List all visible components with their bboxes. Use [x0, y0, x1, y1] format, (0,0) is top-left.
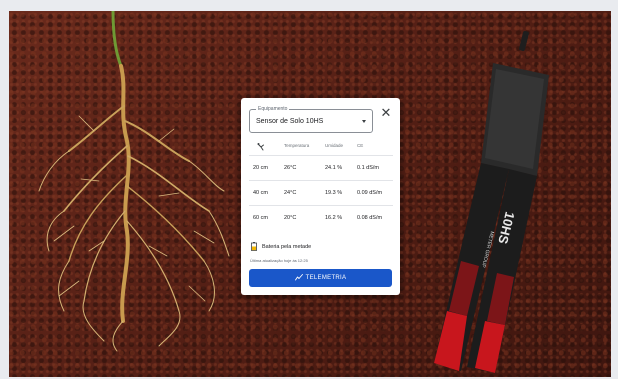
sensor-readings-table: Temperatura Umidade CE 20 cm 26°C 24.1 %…	[249, 138, 393, 231]
battery-text: Bateria pela metade	[262, 244, 312, 250]
plant-root-illustration	[38, 11, 230, 352]
row-ce: 0.08 dS/m	[357, 215, 383, 221]
header-ce: CE	[357, 143, 364, 148]
header-temperature: Temperatura	[284, 143, 310, 148]
table-row: 20 cm 26°C 24.1 % 0.1 dS/m	[249, 156, 393, 181]
row-ce: 0.1 dS/m	[357, 165, 380, 171]
probe-icon	[257, 143, 264, 151]
device-popup-card: Equipamento Sensor de Solo 10HS ✕ Temper…	[241, 98, 400, 295]
header-humidity: Umidade	[325, 143, 344, 148]
equipment-select[interactable]: Equipamento Sensor de Solo 10HS	[249, 105, 373, 133]
table-header: Temperatura Umidade CE	[249, 138, 393, 156]
dropdown-caret-icon	[362, 120, 366, 123]
telemetry-button[interactable]: TELEMETRIA	[249, 269, 392, 287]
row-depth: 40 cm	[253, 190, 268, 196]
close-icon[interactable]: ✕	[379, 106, 393, 120]
telemetry-button-label: TELEMETRIA	[305, 275, 347, 281]
equipment-select-value: Sensor de Solo 10HS	[256, 118, 324, 125]
row-humidity: 16.2 %	[325, 215, 343, 221]
row-ce: 0.09 dS/m	[357, 190, 383, 196]
row-depth: 60 cm	[253, 215, 268, 221]
row-depth: 20 cm	[253, 165, 268, 171]
row-temperature: 20°C	[284, 215, 297, 221]
row-humidity: 24.1 %	[325, 165, 343, 171]
table-row: 40 cm 24°C 19.3 % 0.09 dS/m	[249, 181, 393, 206]
table-row: 60 cm 20°C 16.2 % 0.08 dS/m	[249, 206, 393, 231]
row-humidity: 19.3 %	[325, 190, 343, 196]
telemetry-icon	[294, 273, 303, 281]
telemetry-button-content: TELEMETRIA	[249, 269, 392, 287]
battery-half-icon	[251, 242, 257, 251]
last-update-text: Última atualização hoje às 12:25	[250, 258, 308, 263]
row-temperature: 24°C	[284, 190, 297, 196]
soil-sensor-device-illustration: 10HS METER GROUP	[434, 30, 549, 373]
row-temperature: 26°C	[284, 165, 297, 171]
equipment-select-label: Equipamento	[256, 105, 290, 113]
screenshot-frame: 10HS METER GROUP Equipamento Sensor de S…	[0, 0, 618, 379]
